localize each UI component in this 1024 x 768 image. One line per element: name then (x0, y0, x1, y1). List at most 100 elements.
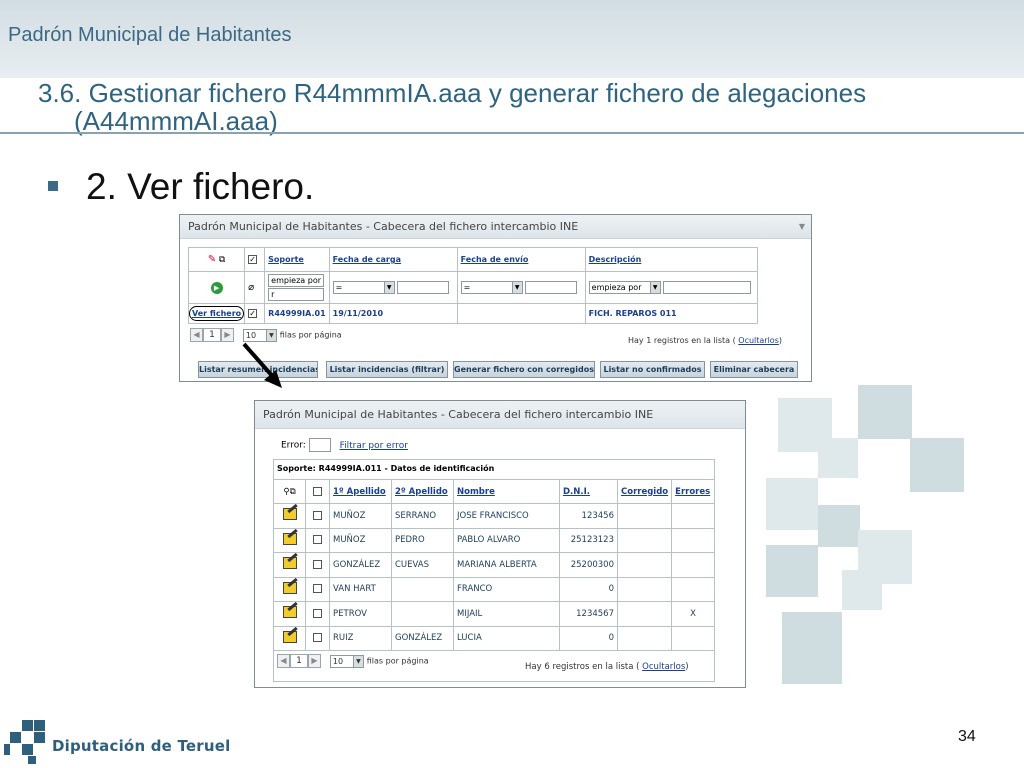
delete-header-button[interactable]: Eliminar cabecera (710, 361, 798, 378)
sort-descripcion-link[interactable]: Descripción (589, 255, 642, 264)
prev-page-button[interactable]: ◀ (277, 654, 290, 668)
row-soporte: R44999IA.01 (264, 303, 330, 324)
app-title: Padrón Municipal de Habitantes (8, 24, 292, 46)
row-checkbox[interactable] (313, 633, 322, 643)
edit-icon[interactable] (282, 581, 297, 594)
down-right-arrow-icon (242, 342, 282, 388)
row-checkbox[interactable] (313, 559, 322, 569)
rows-per-page-select[interactable]: 10 ▼ (329, 654, 364, 668)
row-checkbox[interactable]: ✓ (248, 309, 258, 318)
row-checkbox[interactable] (313, 608, 322, 618)
descripcion-mode-select[interactable]: empieza por ▼ (588, 281, 661, 294)
next-page-button[interactable]: ▶ (221, 328, 234, 342)
cell-ap1: MUÑOZ (329, 503, 392, 529)
cell-ap2: SERRANO (391, 503, 454, 529)
edit-icon[interactable] (282, 508, 297, 521)
organization-logo (4, 720, 54, 766)
row-checkbox[interactable] (313, 535, 322, 545)
select-all-cell: ✓ (244, 247, 266, 272)
cell-ap2: GONZÁLEZ (391, 625, 454, 651)
select-all-checkbox[interactable] (313, 486, 322, 496)
hide-records-link[interactable]: Ocultarlos (738, 336, 779, 345)
sort-ap2-link[interactable]: 2º Apellido (395, 487, 448, 497)
ver-fichero-link[interactable]: Ver fichero (188, 306, 245, 321)
descripcion-input[interactable] (663, 281, 752, 294)
edit-icon[interactable] (282, 630, 297, 643)
cell-ap1: GONZÁLEZ (329, 552, 392, 578)
window-title: Padrón Municipal de Habitantes - Cabecer… (263, 408, 654, 421)
page-number: 34 (958, 728, 976, 745)
edit-icon[interactable] (282, 532, 297, 545)
page-number[interactable]: 1 (203, 328, 221, 342)
sort-corregido-link[interactable]: Corregido (621, 487, 668, 497)
cell-corregido (616, 576, 673, 602)
export-icon[interactable]: ⧉ (290, 487, 296, 497)
list-unconfirmed-button[interactable]: Listar no confirmados (600, 361, 705, 378)
collapse-icon[interactable]: ▼ (799, 215, 805, 239)
soporte-mode-select[interactable]: empieza por (268, 274, 325, 287)
row-fecha-carga: 19/11/2010 (328, 303, 458, 324)
prev-page-button[interactable]: ◀ (190, 328, 203, 342)
sort-fecha-envio-link[interactable]: Fecha de envío (461, 255, 529, 264)
col-nombre: Nombre (453, 479, 560, 504)
col-ap2: 2º Apellido (391, 479, 454, 504)
table-row: MUÑOZ PEDRO PABLO ALVARO 25123123 (273, 527, 715, 553)
clear-cell: ⌀ (244, 271, 266, 304)
page-number[interactable]: 1 (290, 654, 308, 668)
sort-soporte-link[interactable]: Soporte (268, 255, 304, 264)
row-checkbox[interactable] (313, 584, 322, 594)
edit-icon[interactable] (282, 557, 297, 570)
export-icon[interactable]: ⧉ (219, 255, 225, 265)
fecha-envio-input[interactable] (525, 281, 578, 294)
list-incidents-button[interactable]: Listar incidencias (filtrar) (326, 361, 448, 378)
pin-icon[interactable]: ✎ (208, 254, 216, 265)
file-detail-window: Padrón Municipal de Habitantes - Cabecer… (254, 400, 746, 688)
table-row: PETROV MIJAIL 1234567 X (273, 601, 715, 627)
cell-ap1: RUIZ (329, 625, 392, 651)
cell-corregido (616, 527, 673, 553)
select-all-checkbox[interactable]: ✓ (248, 255, 258, 264)
clear-filter-icon[interactable]: ⌀ (248, 282, 254, 293)
title-divider (0, 132, 1024, 134)
window-title: Padrón Municipal de Habitantes - Cabecer… (188, 220, 579, 233)
table-row: GONZÁLEZ CUEVAS MARIANA ALBERTA 25200300 (273, 552, 715, 578)
sort-nombre-link[interactable]: Nombre (457, 487, 495, 497)
soporte-filter-input[interactable]: r (268, 288, 325, 301)
icons-header: ⚲⧉ (273, 479, 306, 504)
cell-errores (671, 625, 715, 651)
sort-dni-link[interactable]: D.N.I. (563, 487, 590, 497)
filter-by-error-link[interactable]: Filtrar por error (340, 441, 408, 451)
cell-nombre: JOSE FRANCISCO (453, 503, 560, 529)
edit-icon[interactable] (282, 606, 297, 619)
row-descripcion: FICH. REPAROS 011 (584, 303, 759, 324)
records-info: Hay 6 registros en la lista ( Ocultarlos… (525, 662, 689, 672)
records-info: Hay 1 registros en la lista ( Ocultarlos… (628, 336, 782, 345)
sort-fecha-carga-link[interactable]: Fecha de carga (333, 255, 401, 264)
next-page-button[interactable]: ▶ (308, 654, 321, 668)
col-errores: Errores (671, 479, 715, 504)
col-dni: D.N.I. (559, 479, 618, 504)
row-checkbox[interactable] (313, 510, 322, 520)
col-corregido: Corregido (616, 479, 673, 504)
error-label: Error: (281, 440, 306, 451)
check-header (305, 479, 330, 504)
cell-dni: 1234567 (559, 601, 618, 627)
go-icon[interactable]: ▶ (210, 281, 223, 294)
cell-ap2 (391, 576, 454, 602)
fecha-carga-input[interactable] (397, 281, 450, 294)
chevron-down-icon: ▼ (511, 282, 522, 293)
col-ap1: 1º Apellido (329, 479, 392, 504)
cell-corregido (616, 552, 673, 578)
sort-errores-link[interactable]: Errores (675, 487, 710, 497)
cell-dni: 25123123 (559, 527, 618, 553)
view-file-cell: Ver fichero (187, 303, 246, 324)
table-row: MUÑOZ SERRANO JOSE FRANCISCO 123456 (273, 503, 715, 529)
error-input[interactable] (308, 438, 331, 452)
cell-nombre: PABLO ALVARO (453, 527, 560, 553)
fecha-envio-op-select[interactable]: = ▼ (460, 281, 523, 294)
hide-records-link[interactable]: Ocultarlos (642, 662, 685, 672)
sort-ap1-link[interactable]: 1º Apellido (333, 487, 386, 497)
cell-ap1: VAN HART (329, 576, 392, 602)
generate-corrected-button[interactable]: Generar fichero con corregidos (453, 361, 595, 378)
fecha-carga-op-select[interactable]: = ▼ (332, 281, 395, 294)
